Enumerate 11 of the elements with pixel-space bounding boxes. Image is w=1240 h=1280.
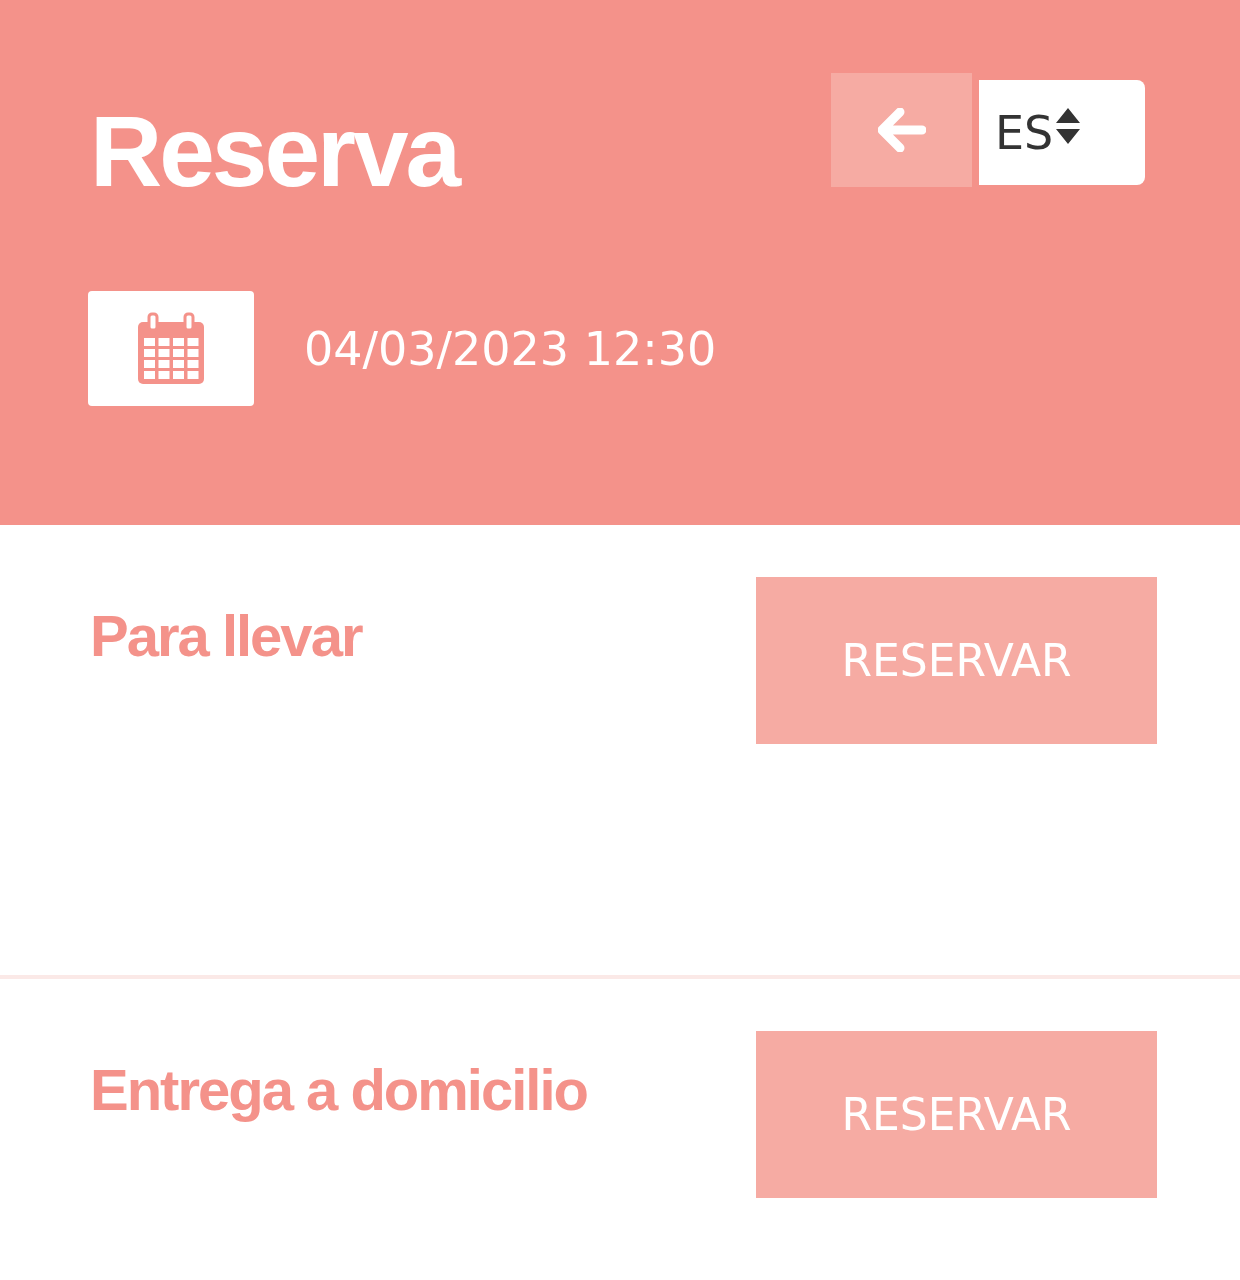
- reserve-button[interactable]: RESERVAR: [756, 1031, 1157, 1198]
- calendar-button[interactable]: [88, 291, 254, 406]
- reserve-button[interactable]: RESERVAR: [756, 577, 1157, 744]
- back-arrow-icon: [877, 108, 926, 152]
- page-title: Reserva: [90, 101, 459, 201]
- option-title: Para llevar: [90, 602, 362, 669]
- date-time-text: 04/03/2023 12:30: [304, 321, 717, 376]
- option-title: Entrega a domicilio: [90, 1056, 587, 1123]
- calendar-icon: [136, 311, 206, 386]
- language-select[interactable]: ES: [979, 80, 1145, 185]
- back-button[interactable]: [831, 73, 972, 187]
